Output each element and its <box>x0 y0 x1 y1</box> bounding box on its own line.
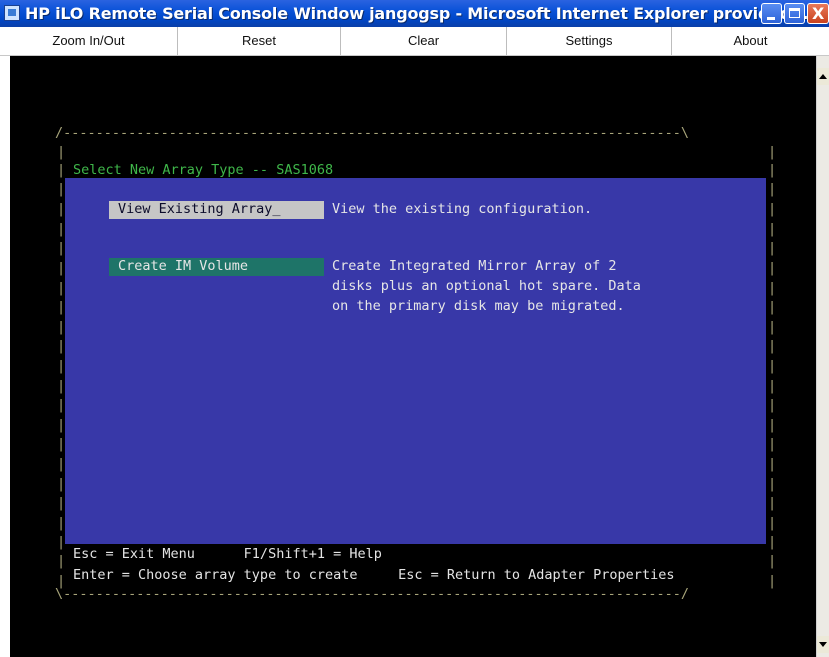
frame-right-bar: | <box>768 397 777 413</box>
frame-right-bar: | <box>768 280 777 296</box>
frame-right-bar: | <box>768 181 777 197</box>
array-type-heading: Select New Array Type -- SAS1068 <box>73 162 334 178</box>
frame-left-bar: | <box>57 299 66 315</box>
frame-right-bar: | <box>768 515 777 531</box>
about-menu-item[interactable]: About <box>672 27 829 55</box>
frame-left-bar: | <box>57 201 66 217</box>
frame-left-bar: | <box>57 338 66 354</box>
frame-left-bar: | <box>57 358 66 374</box>
footer-help-line-1: Esc = Exit Menu F1/Shift+1 = Help <box>73 546 382 562</box>
frame-right-bar: | <box>768 338 777 354</box>
frame-left-bar: | <box>57 476 66 492</box>
frame-right-bar: | <box>768 358 777 374</box>
minimize-button[interactable] <box>761 3 782 24</box>
maximize-button[interactable] <box>784 3 805 24</box>
footer-help-line-2: Enter = Choose array type to create Esc … <box>73 567 675 583</box>
frame-right-bar: | <box>768 162 777 178</box>
frame-right-bar: | <box>768 534 777 550</box>
frame-right-bar: | <box>768 436 777 452</box>
close-icon: X <box>812 4 825 23</box>
frame-left-bar: | <box>57 240 66 256</box>
frame-right-bar: | <box>768 260 777 276</box>
frame-left-bar: | <box>57 181 66 197</box>
left-margin <box>0 56 10 657</box>
frame-bottom-border: \---------------------------------------… <box>55 586 689 602</box>
frame-left-bar: | <box>57 260 66 276</box>
frame-top-border: /---------------------------------------… <box>55 125 689 141</box>
frame-left-bar: | <box>57 417 66 433</box>
serial-console-screen[interactable]: /---------------------------------------… <box>10 56 816 657</box>
create-im-volume-option[interactable]: Create IM Volume <box>109 258 324 276</box>
zoom-menu-item[interactable]: Zoom In/Out <box>0 27 178 55</box>
option-description: disks plus an optional hot spare. Data <box>332 278 641 294</box>
frame-left-bar: | <box>57 221 66 237</box>
close-button[interactable]: X <box>807 3 829 24</box>
frame-right-bar: | <box>768 378 777 394</box>
vertical-scrollbar[interactable] <box>816 56 829 657</box>
ie-window-icon <box>4 5 20 21</box>
frame-right-bar: | <box>768 553 777 569</box>
frame-left-bar: | <box>57 144 66 160</box>
title-bar: HP iLO Remote Serial Console Window jang… <box>0 0 829 27</box>
settings-menu-item[interactable]: Settings <box>507 27 672 55</box>
option-description: on the primary disk may be migrated. <box>332 298 625 314</box>
frame-right-bar: | <box>768 319 777 335</box>
option-label: Create IM Volume <box>118 258 249 274</box>
frame-right-bar: | <box>768 201 777 217</box>
options-panel <box>65 178 766 544</box>
frame-left-bar: | <box>57 456 66 472</box>
frame-right-bar: | <box>768 573 777 589</box>
frame-left-bar: | <box>57 397 66 413</box>
frame-right-bar: | <box>768 476 777 492</box>
frame-right-bar: | <box>768 240 777 256</box>
option-label: View Existing Array_ <box>118 201 281 217</box>
frame-left-bar: | <box>57 319 66 335</box>
reset-menu-item[interactable]: Reset <box>178 27 341 55</box>
frame-left-bar: | <box>57 515 66 531</box>
frame-left-bar: | <box>57 495 66 511</box>
frame-right-bar: | <box>768 417 777 433</box>
scroll-up-arrow-icon[interactable] <box>817 68 829 85</box>
console-menu-bar: Zoom In/Out Reset Clear Settings About <box>0 27 829 56</box>
window-title: HP iLO Remote Serial Console Window jang… <box>25 4 815 23</box>
frame-left-bar: | <box>57 534 66 550</box>
option-description: View the existing configuration. <box>332 201 593 217</box>
frame-right-bar: | <box>768 495 777 511</box>
frame-left-bar: | <box>57 280 66 296</box>
frame-right-bar: | <box>768 221 777 237</box>
frame-left-bar: | <box>57 553 66 569</box>
frame-left-bar: | <box>57 378 66 394</box>
frame-right-bar: | <box>768 144 777 160</box>
frame-left-bar: | <box>57 436 66 452</box>
frame-left-bar: | <box>57 162 66 178</box>
scroll-down-arrow-icon[interactable] <box>817 636 829 653</box>
clear-menu-item[interactable]: Clear <box>341 27 507 55</box>
option-description: Create Integrated Mirror Array of 2 <box>332 258 617 274</box>
frame-right-bar: | <box>768 299 777 315</box>
view-existing-array-option[interactable]: View Existing Array_ <box>109 201 324 219</box>
frame-right-bar: | <box>768 456 777 472</box>
